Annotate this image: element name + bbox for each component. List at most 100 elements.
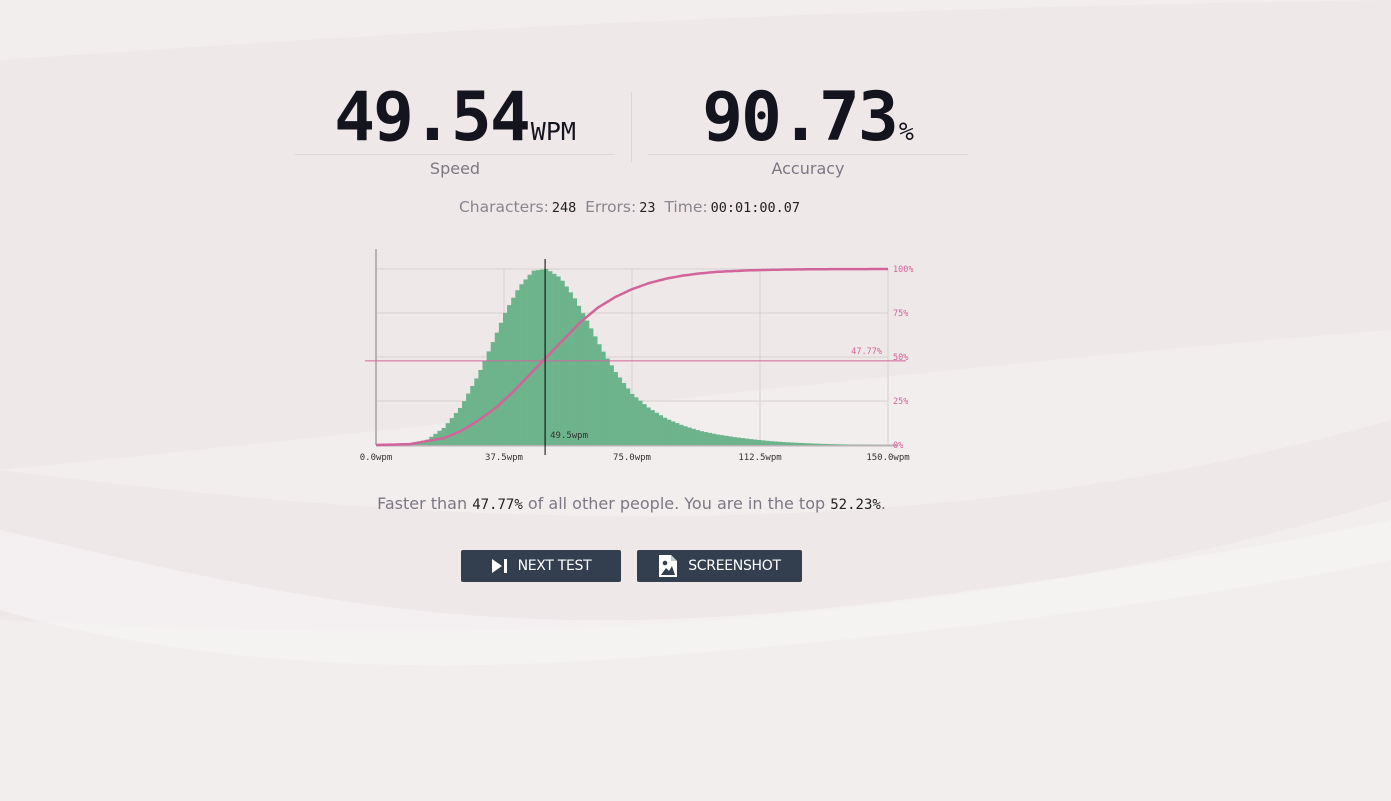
histogram-bar — [724, 435, 729, 445]
histogram-bar — [609, 365, 614, 445]
speed-value: 49.54 — [334, 78, 531, 157]
x-tick-label: 112.5wpm — [738, 453, 781, 463]
histogram-bar — [634, 397, 639, 445]
histogram-bar — [478, 369, 483, 445]
histogram-bar — [482, 360, 487, 445]
histogram-bar — [535, 270, 541, 445]
histogram-bar — [818, 443, 823, 445]
histogram-bar — [740, 438, 745, 445]
histogram-bar — [564, 286, 569, 445]
percentile-summary: Faster than 47.77% of all other people. … — [0, 494, 1263, 513]
histogram-bar — [736, 437, 741, 445]
histogram-bar — [486, 351, 491, 445]
histogram-bar — [498, 322, 504, 445]
next-test-button[interactable]: NEXT TEST — [461, 550, 621, 582]
x-tick-label: 37.5wpm — [485, 453, 523, 463]
histogram-bar — [707, 432, 713, 445]
histogram-bar — [683, 426, 688, 445]
histogram-bar — [490, 342, 496, 445]
accuracy-value: 90.73 — [702, 78, 899, 157]
histogram-bar — [638, 400, 643, 445]
histogram-bar — [502, 312, 508, 445]
histogram-bar — [810, 443, 815, 445]
histogram-bar — [650, 410, 655, 445]
histogram-bar — [601, 351, 606, 445]
y-tick-label: 25% — [893, 397, 908, 407]
histogram-bar — [752, 439, 758, 445]
histogram-bar — [842, 444, 848, 445]
histogram-bar — [560, 280, 565, 445]
characters-value: 248 — [551, 200, 577, 216]
histogram-bar — [552, 273, 557, 445]
summary-faster-than: 47.77% — [472, 497, 523, 513]
x-tick-label: 150.0wpm — [866, 453, 909, 463]
x-tick-label: 0.0wpm — [360, 453, 393, 463]
y-tick-label: 75% — [893, 309, 908, 319]
histogram-bar — [625, 388, 631, 445]
histogram-bar — [728, 436, 733, 445]
speed-stat: 49.54WPM Speed — [295, 82, 615, 178]
histogram-bar — [797, 442, 803, 445]
accuracy-label: Accuracy — [771, 159, 845, 178]
histogram-bar — [474, 378, 479, 445]
summary-top: 52.23% — [830, 497, 881, 513]
histogram-bar — [515, 290, 520, 445]
user-speed-label: 49.5wpm — [550, 431, 588, 441]
histogram-bar — [568, 292, 573, 445]
histogram-bar — [457, 407, 463, 445]
histogram-bar — [580, 313, 586, 445]
screenshot-button[interactable]: SCREENSHOT — [637, 550, 802, 582]
histogram-bar — [711, 433, 717, 445]
histogram-bar — [695, 430, 700, 445]
histogram-bar — [662, 417, 668, 445]
accuracy-stat: 90.73% Accuracy — [648, 82, 968, 178]
histogram-bar — [679, 424, 684, 445]
histogram-bar — [781, 442, 786, 445]
y-tick-label: 50% — [893, 353, 908, 363]
histogram-bar — [494, 332, 500, 445]
speed-label: Speed — [429, 159, 481, 178]
histogram-bar — [531, 270, 537, 445]
histogram-bar — [511, 297, 516, 445]
summary-suffix: . — [880, 494, 886, 513]
histogram-bar — [793, 442, 799, 445]
histogram-bar — [548, 271, 553, 445]
histogram-bar — [507, 305, 512, 445]
errors-value: 23 — [639, 200, 656, 216]
histogram-bar — [523, 279, 528, 445]
histogram-bar — [826, 444, 831, 445]
test-details: Characters: 248 Errors: 23 Time: 00:01:00.0… — [0, 198, 1263, 216]
histogram-bar — [732, 437, 737, 445]
next-test-label: NEXT TEST — [517, 558, 592, 574]
histogram-bar — [806, 443, 811, 445]
time-label: Time: — [664, 198, 708, 216]
histogram-bar — [527, 274, 532, 445]
histogram-bar — [703, 432, 709, 445]
histogram-bar — [445, 423, 451, 445]
y-tick-label: 0% — [893, 441, 903, 451]
speed-distribution-chart: 0.0wpm 37.5wpm 75.0wpm 112.5wpm 150.0wpm 0% 25… — [360, 249, 913, 463]
histogram-bar — [654, 412, 659, 445]
histogram-bar — [744, 438, 750, 445]
speed-value-wrap: 49.54WPM — [295, 82, 615, 155]
time-value: 00:01:00.07 — [710, 200, 800, 216]
histogram-bar — [834, 444, 840, 445]
accuracy-value-wrap: 90.73% — [648, 82, 968, 155]
skip-next-icon — [491, 558, 508, 574]
percentile-label: 47.77% — [851, 347, 882, 357]
histogram-bar — [761, 440, 766, 445]
summary-prefix: Faster than — [377, 494, 468, 513]
histogram-bar — [642, 404, 647, 445]
histogram-bar — [830, 444, 836, 445]
histogram-bar — [789, 442, 795, 445]
histogram-bar — [687, 427, 692, 445]
histogram-bar — [765, 440, 770, 445]
histogram-bar — [629, 393, 635, 445]
characters-label: Characters: — [458, 198, 549, 216]
histogram-bar — [756, 439, 762, 445]
histogram-bar — [658, 415, 664, 445]
histogram-bar — [675, 423, 680, 445]
histogram-bar — [666, 419, 672, 445]
accuracy-unit: % — [898, 117, 914, 146]
histogram-bar — [617, 377, 623, 445]
